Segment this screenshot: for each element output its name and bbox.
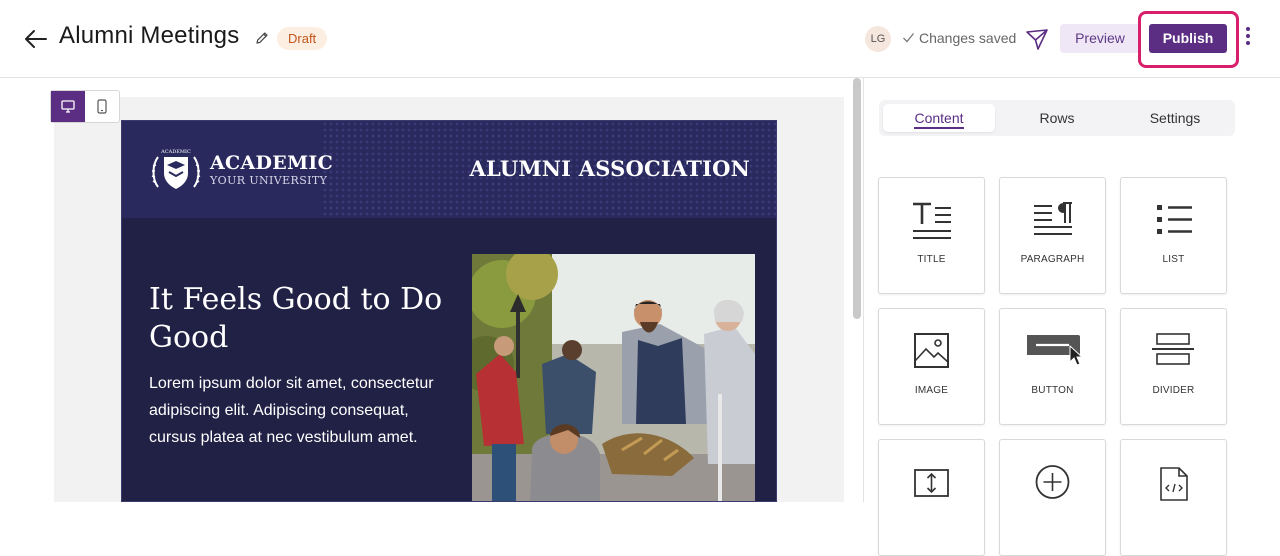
editor-canvas: ACADEMIC ACADEMIC YOUR UNIVERSITY ALUMNI…	[0, 78, 864, 502]
content-panel: Content Rows Settings TITLE PARAGRAPH LI…	[865, 78, 1280, 556]
email-headline: It Feels Good to Do Good	[149, 282, 443, 355]
desktop-view-button[interactable]	[51, 91, 85, 122]
avatar[interactable]: LG	[865, 26, 891, 52]
top-bar: Alumni Meetings Draft LG Changes saved P…	[0, 0, 1280, 78]
email-preview[interactable]: ACADEMIC ACADEMIC YOUR UNIVERSITY ALUMNI…	[121, 120, 777, 502]
tile-divider-label: DIVIDER	[1152, 385, 1195, 396]
tile-image-label: IMAGE	[914, 385, 949, 396]
social-icon	[1035, 465, 1070, 499]
tab-content[interactable]: Content	[883, 104, 995, 132]
volunteers-photo	[472, 254, 755, 501]
logo-subtitle: YOUR UNIVERSITY	[210, 174, 328, 187]
tab-rows-label: Rows	[1039, 110, 1075, 126]
tab-settings-label: Settings	[1149, 110, 1201, 126]
more-options-icon[interactable]	[1241, 25, 1255, 49]
publish-button[interactable]: Publish	[1149, 24, 1227, 53]
tile-social[interactable]	[999, 439, 1106, 556]
preview-button[interactable]: Preview	[1060, 24, 1140, 53]
panel-tabs: Content Rows Settings	[879, 100, 1235, 136]
tile-paragraph[interactable]: PARAGRAPH	[999, 177, 1106, 294]
device-toggle	[50, 90, 120, 123]
tile-image[interactable]: IMAGE	[878, 308, 985, 425]
association-title: ALUMNI ASSOCIATION	[469, 156, 750, 181]
tile-list[interactable]: LIST	[1120, 177, 1227, 294]
tab-content-label: Content	[914, 110, 964, 129]
tile-button[interactable]: BUTTON	[999, 308, 1106, 425]
email-body-text: Lorem ipsum dolor sit amet, consectetur …	[149, 375, 434, 446]
list-icon	[1157, 205, 1192, 234]
tile-html[interactable]	[1120, 439, 1227, 556]
save-status: Changes saved	[919, 30, 1017, 46]
tile-spacer[interactable]	[878, 439, 985, 556]
logo-name: ACADEMIC	[210, 152, 334, 174]
edit-pencil-icon[interactable]	[254, 30, 270, 46]
seal-text: ACADEMIC	[160, 149, 191, 155]
mobile-icon	[97, 99, 107, 114]
spacer-icon	[914, 469, 949, 497]
tile-paragraph-label: PARAGRAPH	[1020, 254, 1085, 265]
html-icon	[1160, 467, 1188, 501]
status-badge: Draft	[277, 27, 328, 50]
tile-list-label: LIST	[1162, 254, 1185, 265]
mobile-view-button[interactable]	[85, 91, 119, 122]
tile-title[interactable]: TITLE	[878, 177, 985, 294]
tile-divider[interactable]: DIVIDER	[1120, 308, 1227, 425]
paragraph-icon	[1034, 202, 1072, 235]
desktop-icon	[61, 100, 75, 113]
tile-title-label: TITLE	[917, 254, 946, 265]
page-title: Alumni Meetings	[59, 22, 240, 49]
tile-button-label: BUTTON	[1031, 385, 1074, 396]
check-icon	[903, 33, 915, 43]
send-test-icon[interactable]	[1025, 27, 1049, 51]
back-arrow-icon[interactable]	[22, 25, 50, 53]
canvas-scrollbar[interactable]	[853, 78, 861, 319]
title-icon	[913, 202, 951, 239]
tab-settings[interactable]: Settings	[1119, 104, 1231, 132]
university-seal-logo: ACADEMIC	[151, 149, 201, 189]
image-icon	[914, 333, 949, 368]
button-icon	[1027, 335, 1084, 366]
tab-rows[interactable]: Rows	[1003, 104, 1111, 132]
divider-icon	[1152, 333, 1194, 365]
email-header: ACADEMIC ACADEMIC YOUR UNIVERSITY ALUMNI…	[122, 121, 776, 218]
